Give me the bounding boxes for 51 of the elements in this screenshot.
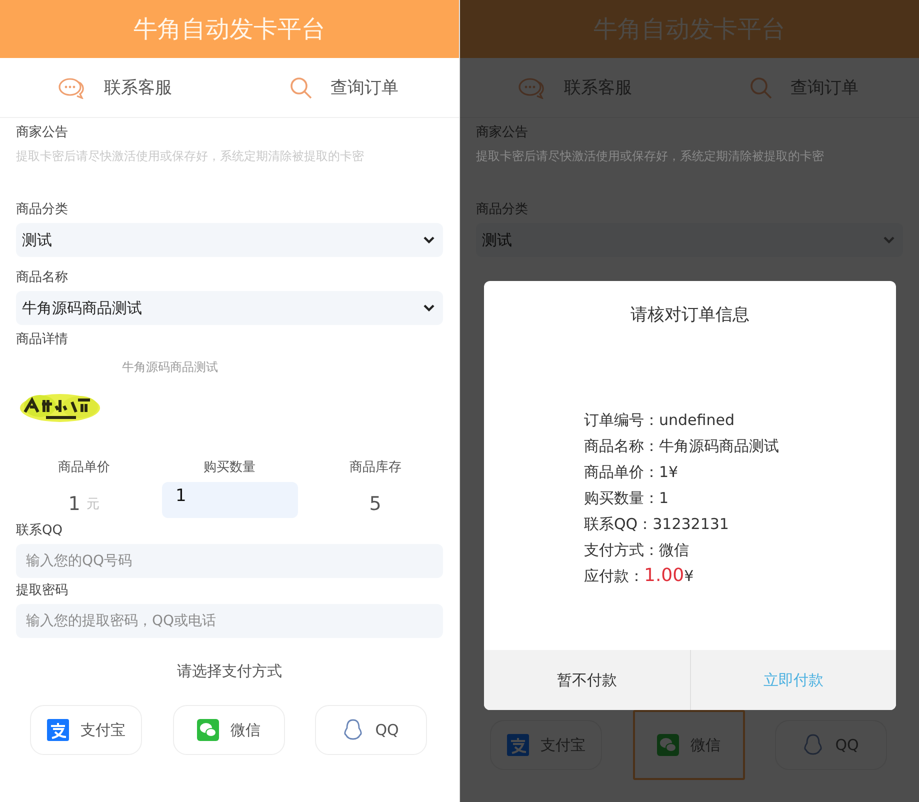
field-label: 商品分类	[476, 201, 529, 219]
nav-label: 查询订单	[330, 77, 398, 99]
input-field[interactable]: 输入您的QQ号码	[16, 544, 443, 578]
chevron-down-icon	[883, 236, 895, 244]
chevron-down-icon	[423, 236, 435, 244]
nav-link[interactable]: 查询订单	[230, 58, 459, 117]
order-detail-line: 订单编号：undefined	[584, 410, 736, 431]
quantity-input[interactable]: 1	[162, 482, 298, 518]
alipay-icon	[506, 734, 528, 756]
field-label: 商品分类	[16, 201, 69, 219]
notice-text: 提取卡密后请尽快激活使用或保存好，系统定期清除被提取的卡密	[476, 148, 825, 165]
order-detail-line: 购买数量：1	[584, 488, 670, 509]
order-detail-line: 应付款：1.00¥	[584, 564, 695, 588]
chevron-down-icon	[423, 304, 435, 312]
notice-label: 商家公告	[16, 124, 69, 142]
order-detail-line: 联系QQ：31232131	[584, 514, 730, 535]
select-field[interactable]: 测试	[16, 223, 443, 257]
field-label: 商品详情	[16, 331, 69, 349]
stat-label: 购买数量	[204, 459, 256, 476]
alipay-icon	[46, 719, 68, 741]
nav-link[interactable]: 联系客服	[0, 58, 230, 117]
search-icon	[290, 76, 312, 98]
stat-label: 商品单价	[58, 459, 110, 476]
nav-label: 联系客服	[104, 77, 172, 99]
product-description: 牛角源码商品测试	[122, 359, 219, 376]
stat-value: 5	[369, 493, 382, 515]
order-detail-line: 支付方式：微信	[584, 540, 690, 561]
input-field[interactable]: 输入您的提取密码，QQ或电话	[16, 604, 443, 638]
section-heading: 请选择支付方式	[176, 662, 283, 681]
wechat-icon	[656, 734, 678, 756]
app-header: 牛角自动发卡平台	[0, 0, 459, 58]
penguin-icon	[343, 719, 364, 741]
unit-label: 元	[86, 496, 100, 513]
order-detail-line: 商品单价：1¥	[584, 462, 680, 483]
stat-label: 商品库存	[349, 459, 402, 476]
penguin-icon	[803, 734, 824, 756]
field-label: 联系QQ	[16, 522, 64, 540]
order-detail-line: 商品名称：牛角源码商品测试	[584, 436, 780, 457]
select-field[interactable]: 牛角源码商品测试	[16, 291, 443, 325]
field-label: 商品名称	[16, 269, 69, 287]
field-label: 提取密码	[16, 582, 69, 600]
stat-value: 1	[68, 493, 80, 515]
payment-option[interactable]: 微信	[172, 705, 284, 755]
dialog-title: 请核对订单信息	[630, 304, 750, 326]
notice-label: 商家公告	[476, 124, 529, 142]
payment-option[interactable]: 支付宝	[30, 705, 142, 755]
payment-option[interactable]: QQ	[315, 705, 427, 755]
wechat-icon	[196, 719, 218, 741]
chat-bubbles-icon	[58, 76, 86, 98]
chat-bubbles-icon	[518, 76, 546, 98]
search-icon	[750, 76, 772, 98]
